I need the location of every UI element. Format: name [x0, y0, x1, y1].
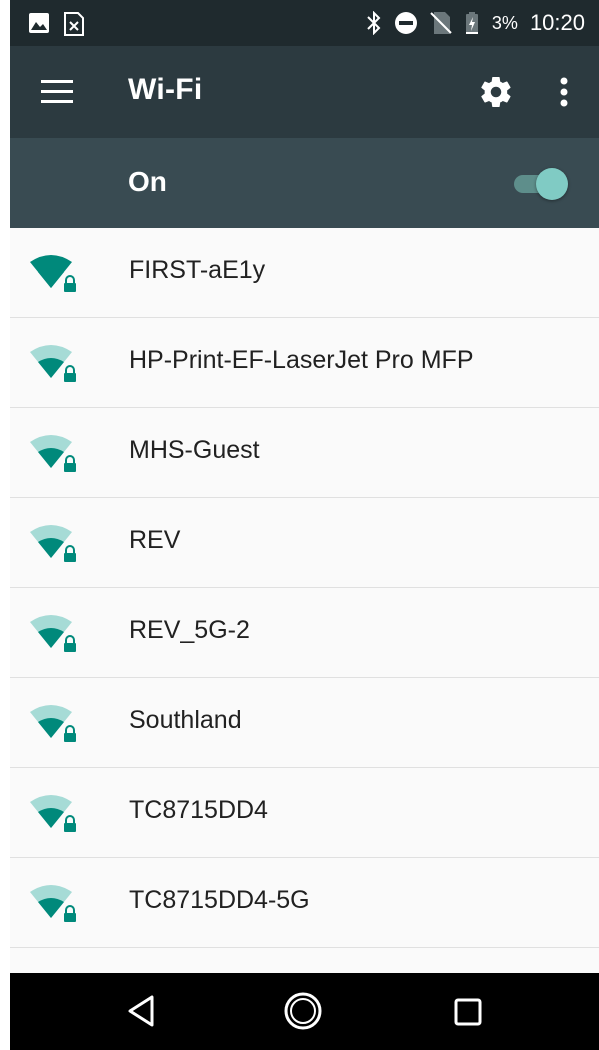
notification-icons [28, 12, 84, 36]
more-options-button[interactable] [550, 72, 578, 112]
wifi-signal-lock-icon [30, 255, 76, 292]
back-icon [128, 995, 154, 1027]
bluetooth-icon [367, 11, 381, 35]
network-ssid: REV_5G-2 [129, 616, 250, 644]
network-row[interactable]: Southland [10, 678, 599, 768]
do-not-disturb-icon [394, 12, 417, 34]
toggle-thumb [536, 168, 568, 200]
page-title: Wi-Fi [128, 73, 203, 106]
menu-button[interactable] [38, 74, 78, 110]
more-vert-icon [560, 77, 568, 107]
network-ssid: REV [129, 526, 181, 554]
app-toolbar: Wi-Fi [10, 46, 599, 138]
home-icon [284, 992, 322, 1030]
network-list: FIRST-aE1y HP-Print-EF-LaserJet Pro MFP MH… [10, 228, 599, 1038]
no-sim-icon [430, 12, 452, 34]
sim-missing-notice-icon [64, 12, 84, 36]
wifi-signal-lock-icon [30, 795, 76, 832]
wifi-signal-lock-icon [30, 705, 76, 742]
system-status-icons: 3% 10:20 [366, 0, 585, 46]
recents-button[interactable] [450, 994, 486, 1030]
wifi-signal-lock-icon [30, 525, 76, 562]
home-button[interactable] [282, 990, 324, 1032]
image-icon [29, 13, 49, 33]
wifi-signal-lock-icon [30, 345, 76, 382]
status-bar: 3% 10:20 [10, 0, 599, 46]
network-ssid: Southland [129, 706, 242, 734]
back-button[interactable] [122, 991, 162, 1031]
wifi-signal-lock-icon [30, 885, 76, 922]
settings-button[interactable] [476, 72, 516, 112]
switch-label: On [128, 166, 167, 197]
recents-icon [454, 998, 482, 1026]
network-row[interactable]: TC8715DD4 [10, 768, 599, 858]
navigation-bar [10, 973, 599, 1050]
wifi-toggle-switch[interactable] [514, 168, 568, 200]
network-ssid: MHS-Guest [129, 436, 260, 464]
battery-percent: 3% [491, 12, 518, 33]
menu-icon [41, 80, 73, 103]
wifi-signal-lock-icon [30, 615, 76, 652]
clock: 10:20 [529, 10, 585, 35]
network-ssid: TC8715DD4-5G [129, 886, 310, 914]
network-row[interactable]: HP-Print-EF-LaserJet Pro MFP [10, 318, 599, 408]
network-ssid: FIRST-aE1y [129, 256, 266, 284]
wifi-signal-lock-icon [30, 435, 76, 472]
wifi-master-switch-bar[interactable]: On [10, 138, 599, 228]
gear-icon [481, 77, 511, 108]
battery-charging-icon [465, 12, 478, 34]
network-ssid: HP-Print-EF-LaserJet Pro MFP [129, 346, 474, 374]
network-row[interactable]: FIRST-aE1y [10, 228, 599, 318]
network-row[interactable]: TC8715DD4-5G [10, 858, 599, 948]
wifi-settings-screen: 3% 10:20 Wi-Fi On FIRST-aE1y HP-Print-EF… [10, 0, 599, 1050]
network-row[interactable]: REV_5G-2 [10, 588, 599, 678]
network-ssid: TC8715DD4 [129, 796, 268, 824]
network-row[interactable]: REV [10, 498, 599, 588]
network-row[interactable]: MHS-Guest [10, 408, 599, 498]
